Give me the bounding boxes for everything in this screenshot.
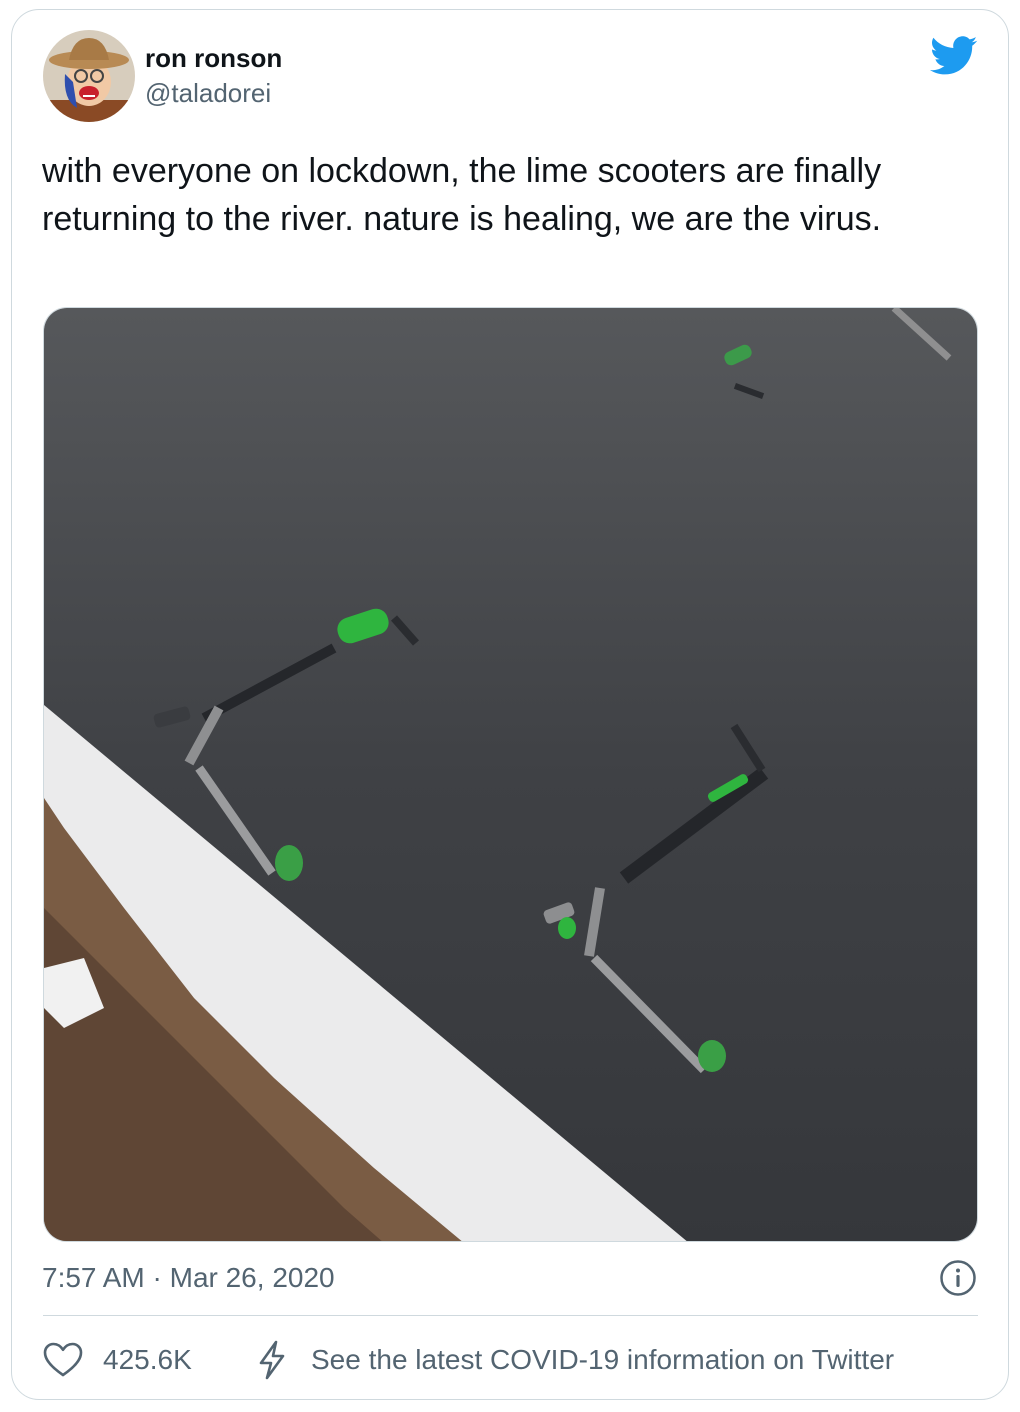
lightning-bolt-icon [259, 1340, 285, 1380]
like-button[interactable]: 425.6K [43, 1340, 192, 1380]
covid-info-label: See the latest COVID-19 information on T… [311, 1344, 895, 1375]
avatar[interactable] [43, 30, 135, 122]
author-handle[interactable]: @taladorei [145, 78, 271, 109]
info-icon[interactable] [939, 1259, 977, 1297]
heart-icon [43, 1342, 83, 1377]
like-count: 425.6K [103, 1344, 192, 1375]
author-display-name[interactable]: ron ronson [145, 43, 282, 74]
action-divider [43, 1315, 978, 1316]
covid-info-link[interactable]: See the latest COVID-19 information on T… [255, 1340, 894, 1380]
avatar-image [43, 30, 135, 122]
tweet-card: ron ronson @taladorei with everyone on l… [11, 9, 1009, 1400]
tweet-photo[interactable] [43, 307, 978, 1242]
tweet-text: with everyone on lockdown, the lime scoo… [42, 152, 882, 238]
twitter-bird-icon[interactable] [930, 36, 978, 76]
tweet-timestamp[interactable]: 7:57 AM · Mar 26, 2020 [42, 1262, 335, 1294]
